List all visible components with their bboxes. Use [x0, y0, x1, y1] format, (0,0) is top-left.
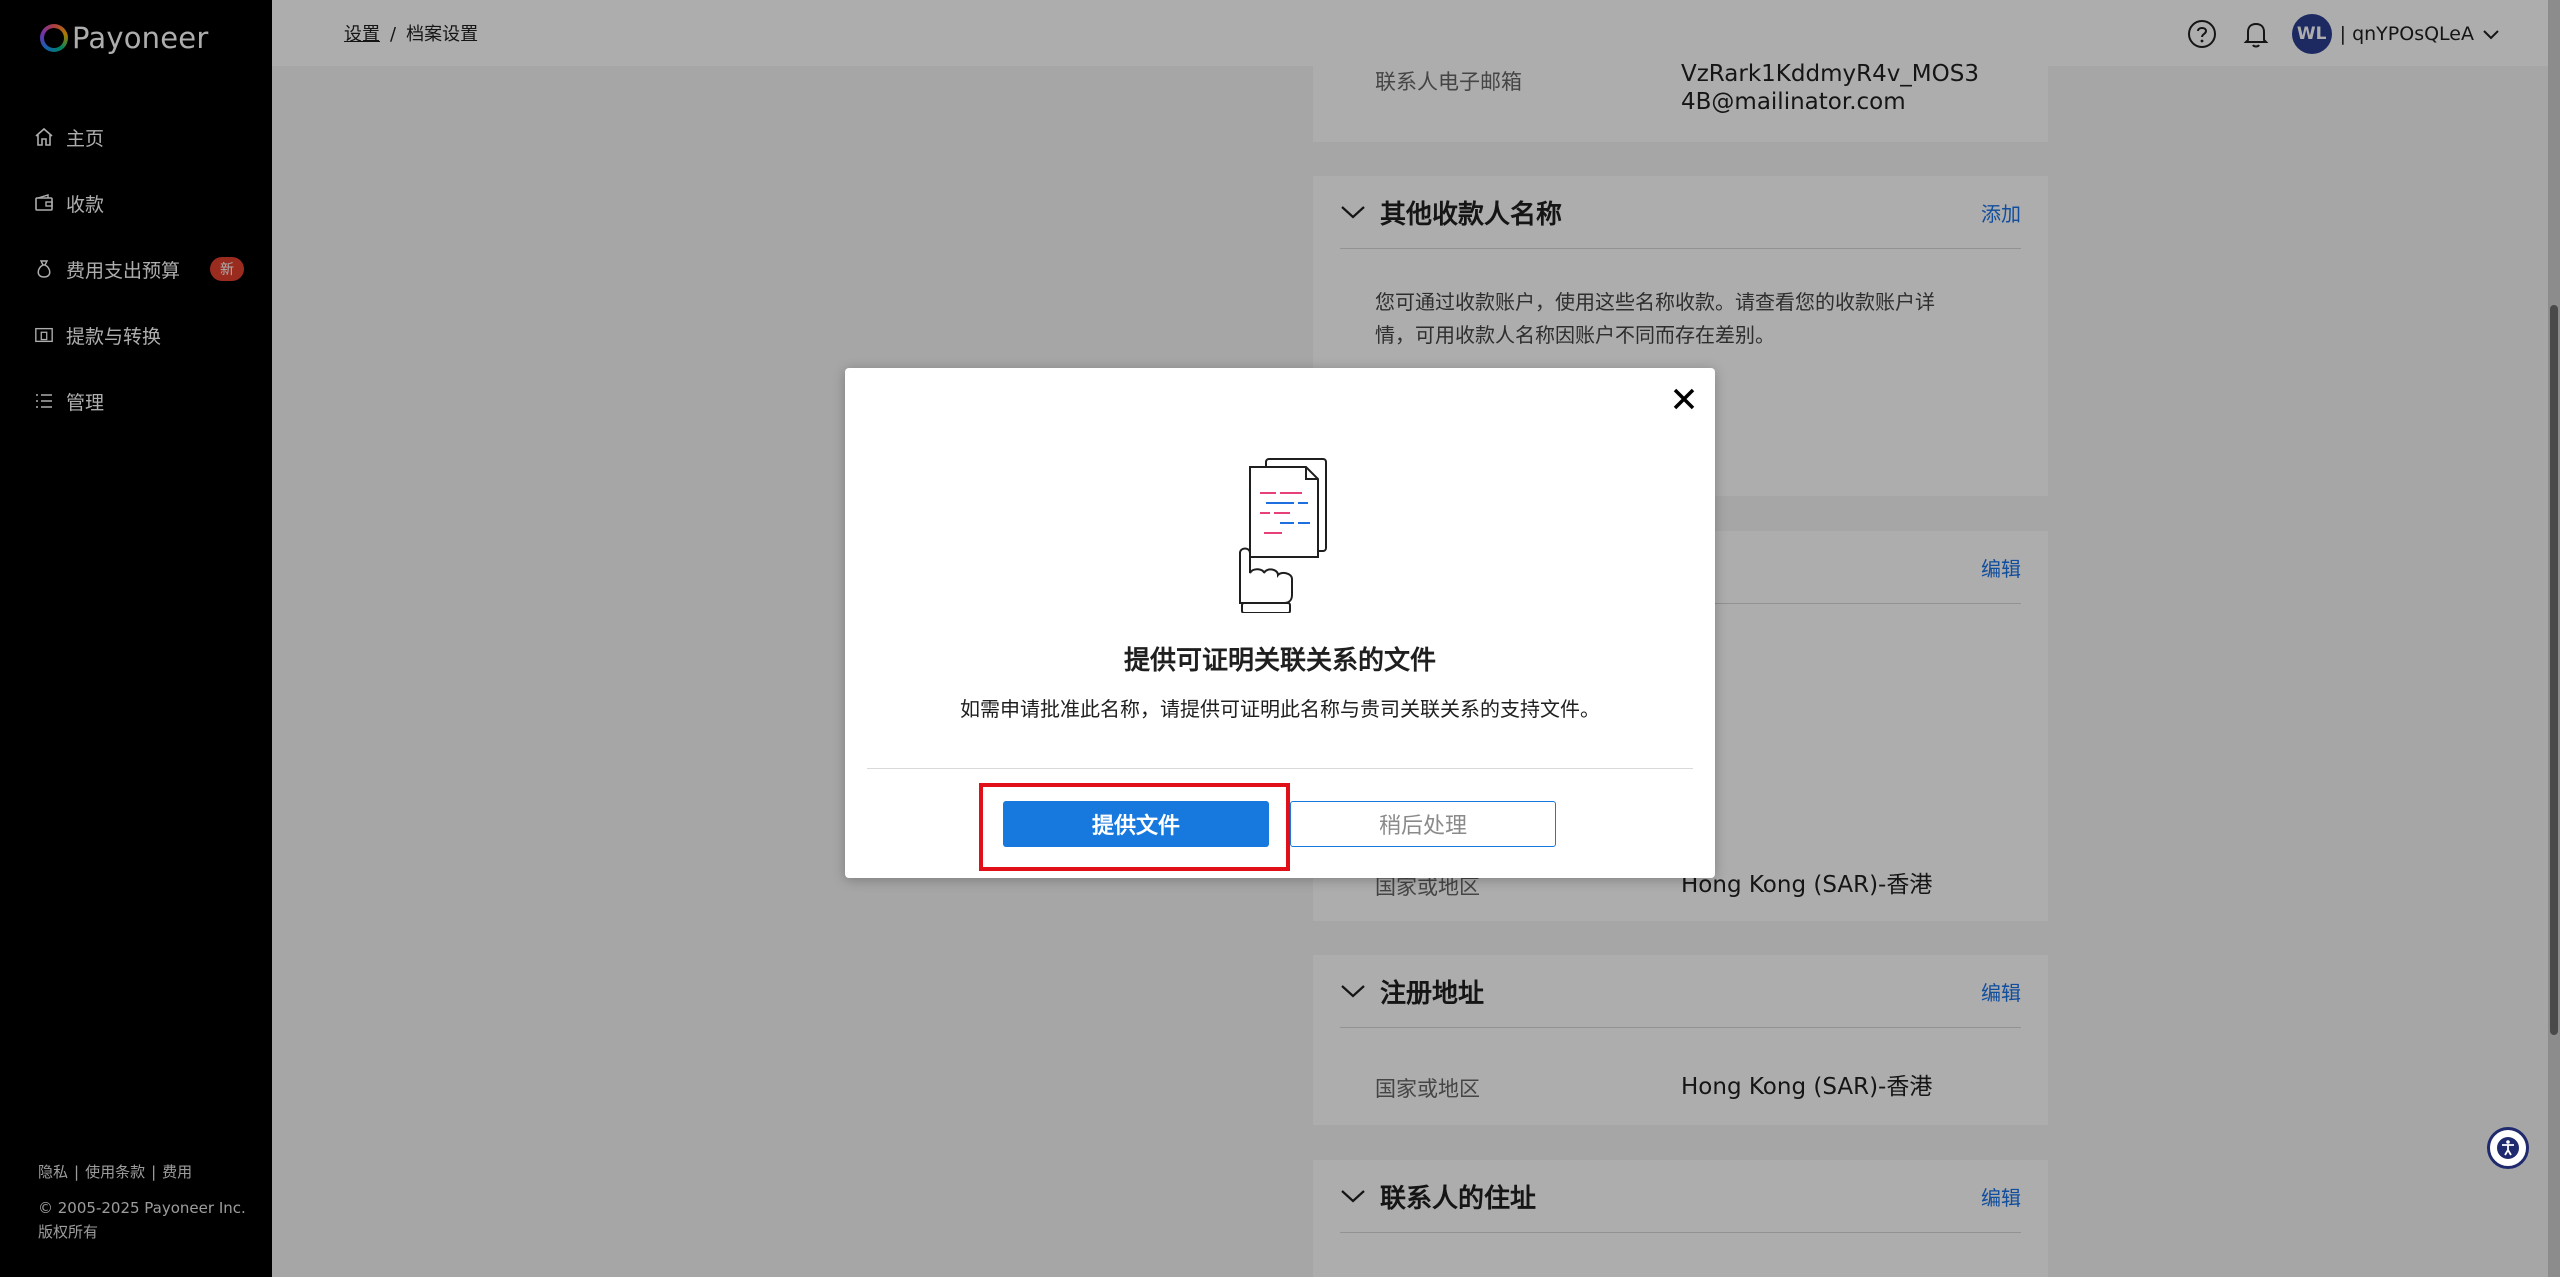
modal-divider: [867, 768, 1693, 769]
close-icon: [1673, 388, 1695, 410]
later-button[interactable]: 稍后处理: [1290, 801, 1556, 847]
document-hand-illustration: [1220, 453, 1350, 614]
modal-description: 如需申请批准此名称，请提供可证明此名称与贵司关联关系的支持文件。: [960, 697, 1600, 721]
supporting-documents-modal: 提供可证明关联关系的文件 如需申请批准此名称，请提供可证明此名称与贵司关联关系的…: [845, 368, 1715, 878]
provide-documents-button[interactable]: 提供文件: [1003, 801, 1269, 847]
close-button[interactable]: [1671, 386, 1697, 412]
modal-title: 提供可证明关联关系的文件: [1123, 646, 1436, 676]
accessibility-button[interactable]: [2487, 1127, 2529, 1169]
accessibility-icon: [2497, 1137, 2519, 1159]
